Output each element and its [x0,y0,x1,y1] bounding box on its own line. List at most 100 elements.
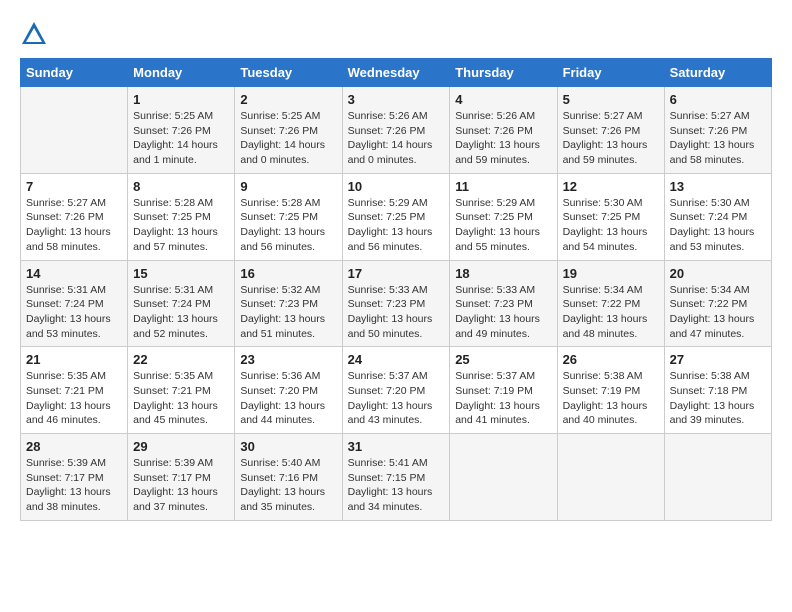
day-number: 1 [133,92,229,107]
day-number: 9 [240,179,336,194]
calendar-week-row: 21 Sunrise: 5:35 AMSunset: 7:21 PMDayligh… [21,347,772,434]
day-number: 22 [133,352,229,367]
header-friday: Friday [557,59,664,87]
day-info: Sunrise: 5:36 AMSunset: 7:20 PMDaylight:… [240,369,336,428]
header-saturday: Saturday [664,59,771,87]
calendar-cell: 7 Sunrise: 5:27 AMSunset: 7:26 PMDaylight… [21,173,128,260]
day-info: Sunrise: 5:40 AMSunset: 7:16 PMDaylight:… [240,456,336,515]
calendar-cell: 1 Sunrise: 5:25 AMSunset: 7:26 PMDaylight… [128,87,235,174]
day-number: 15 [133,266,229,281]
day-number: 21 [26,352,122,367]
day-number: 10 [348,179,445,194]
day-info: Sunrise: 5:33 AMSunset: 7:23 PMDaylight:… [455,283,551,342]
day-info: Sunrise: 5:38 AMSunset: 7:19 PMDaylight:… [563,369,659,428]
day-number: 12 [563,179,659,194]
day-number: 24 [348,352,445,367]
calendar-week-row: 28 Sunrise: 5:39 AMSunset: 7:17 PMDayligh… [21,434,772,521]
calendar-week-row: 14 Sunrise: 5:31 AMSunset: 7:24 PMDayligh… [21,260,772,347]
header-thursday: Thursday [450,59,557,87]
day-info: Sunrise: 5:27 AMSunset: 7:26 PMDaylight:… [26,196,122,255]
day-info: Sunrise: 5:41 AMSunset: 7:15 PMDaylight:… [348,456,445,515]
day-number: 8 [133,179,229,194]
header-wednesday: Wednesday [342,59,450,87]
calendar-cell: 6 Sunrise: 5:27 AMSunset: 7:26 PMDaylight… [664,87,771,174]
day-number: 16 [240,266,336,281]
calendar-cell: 10 Sunrise: 5:29 AMSunset: 7:25 PMDayligh… [342,173,450,260]
day-info: Sunrise: 5:39 AMSunset: 7:17 PMDaylight:… [26,456,122,515]
day-info: Sunrise: 5:32 AMSunset: 7:23 PMDaylight:… [240,283,336,342]
calendar-cell: 18 Sunrise: 5:33 AMSunset: 7:23 PMDayligh… [450,260,557,347]
day-info: Sunrise: 5:35 AMSunset: 7:21 PMDaylight:… [133,369,229,428]
day-info: Sunrise: 5:26 AMSunset: 7:26 PMDaylight:… [348,109,445,168]
day-number: 6 [670,92,766,107]
calendar-cell: 19Sunrise: 5:34 AMSunset: 7:22 PMDayligh… [557,260,664,347]
calendar-cell [450,434,557,521]
calendar-cell: 23Sunrise: 5:36 AMSunset: 7:20 PMDayligh… [235,347,342,434]
day-number: 20 [670,266,766,281]
day-info: Sunrise: 5:37 AMSunset: 7:19 PMDaylight:… [455,369,551,428]
page-header [20,20,772,48]
day-info: Sunrise: 5:28 AMSunset: 7:25 PMDaylight:… [133,196,229,255]
calendar-cell: 9 Sunrise: 5:28 AMSunset: 7:25 PMDaylight… [235,173,342,260]
day-number: 2 [240,92,336,107]
calendar-cell: 26 Sunrise: 5:38 AMSunset: 7:19 PMDayligh… [557,347,664,434]
day-number: 27 [670,352,766,367]
day-number: 3 [348,92,445,107]
logo-icon [20,20,48,48]
calendar-cell: 4Sunrise: 5:26 AMSunset: 7:26 PMDaylight… [450,87,557,174]
calendar-cell: 20 Sunrise: 5:34 AMSunset: 7:22 PMDayligh… [664,260,771,347]
calendar-table: SundayMondayTuesdayWednesdayThursdayFrid… [20,58,772,521]
day-info: Sunrise: 5:37 AMSunset: 7:20 PMDaylight:… [348,369,445,428]
day-number: 14 [26,266,122,281]
calendar-cell: 31 Sunrise: 5:41 AMSunset: 7:15 PMDayligh… [342,434,450,521]
calendar-cell: 30 Sunrise: 5:40 AMSunset: 7:16 PMDayligh… [235,434,342,521]
calendar-cell: 24 Sunrise: 5:37 AMSunset: 7:20 PMDayligh… [342,347,450,434]
day-info: Sunrise: 5:30 AMSunset: 7:25 PMDaylight:… [563,196,659,255]
day-number: 7 [26,179,122,194]
day-info: Sunrise: 5:28 AMSunset: 7:25 PMDaylight:… [240,196,336,255]
day-number: 28 [26,439,122,454]
calendar-week-row: 1 Sunrise: 5:25 AMSunset: 7:26 PMDaylight… [21,87,772,174]
calendar-header-row: SundayMondayTuesdayWednesdayThursdayFrid… [21,59,772,87]
calendar-cell: 16 Sunrise: 5:32 AMSunset: 7:23 PMDayligh… [235,260,342,347]
day-number: 31 [348,439,445,454]
day-info: Sunrise: 5:29 AMSunset: 7:25 PMDaylight:… [455,196,551,255]
calendar-cell: 14 Sunrise: 5:31 AMSunset: 7:24 PMDayligh… [21,260,128,347]
day-info: Sunrise: 5:25 AMSunset: 7:26 PMDaylight:… [133,109,229,168]
calendar-cell: 28 Sunrise: 5:39 AMSunset: 7:17 PMDayligh… [21,434,128,521]
calendar-cell [664,434,771,521]
header-tuesday: Tuesday [235,59,342,87]
day-number: 26 [563,352,659,367]
calendar-cell: 17Sunrise: 5:33 AMSunset: 7:23 PMDayligh… [342,260,450,347]
day-info: Sunrise: 5:39 AMSunset: 7:17 PMDaylight:… [133,456,229,515]
header-monday: Monday [128,59,235,87]
day-number: 13 [670,179,766,194]
day-info: Sunrise: 5:27 AMSunset: 7:26 PMDaylight:… [670,109,766,168]
calendar-cell: 8 Sunrise: 5:28 AMSunset: 7:25 PMDaylight… [128,173,235,260]
day-info: Sunrise: 5:25 AMSunset: 7:26 PMDaylight:… [240,109,336,168]
day-info: Sunrise: 5:29 AMSunset: 7:25 PMDaylight:… [348,196,445,255]
day-number: 25 [455,352,551,367]
calendar-cell [21,87,128,174]
calendar-cell: 15Sunrise: 5:31 AMSunset: 7:24 PMDayligh… [128,260,235,347]
day-info: Sunrise: 5:30 AMSunset: 7:24 PMDaylight:… [670,196,766,255]
calendar-cell: 22 Sunrise: 5:35 AMSunset: 7:21 PMDayligh… [128,347,235,434]
day-info: Sunrise: 5:31 AMSunset: 7:24 PMDaylight:… [26,283,122,342]
calendar-cell: 27 Sunrise: 5:38 AMSunset: 7:18 PMDayligh… [664,347,771,434]
calendar-cell: 12 Sunrise: 5:30 AMSunset: 7:25 PMDayligh… [557,173,664,260]
day-info: Sunrise: 5:38 AMSunset: 7:18 PMDaylight:… [670,369,766,428]
day-info: Sunrise: 5:35 AMSunset: 7:21 PMDaylight:… [26,369,122,428]
calendar-cell: 11Sunrise: 5:29 AMSunset: 7:25 PMDayligh… [450,173,557,260]
calendar-cell: 2 Sunrise: 5:25 AMSunset: 7:26 PMDaylight… [235,87,342,174]
day-info: Sunrise: 5:27 AMSunset: 7:26 PMDaylight:… [563,109,659,168]
day-info: Sunrise: 5:26 AMSunset: 7:26 PMDaylight:… [455,109,551,168]
day-number: 30 [240,439,336,454]
day-info: Sunrise: 5:34 AMSunset: 7:22 PMDaylight:… [670,283,766,342]
day-info: Sunrise: 5:34 AMSunset: 7:22 PMDaylight:… [563,283,659,342]
calendar-cell: 3 Sunrise: 5:26 AMSunset: 7:26 PMDaylight… [342,87,450,174]
calendar-cell: 13 Sunrise: 5:30 AMSunset: 7:24 PMDayligh… [664,173,771,260]
calendar-cell: 25 Sunrise: 5:37 AMSunset: 7:19 PMDayligh… [450,347,557,434]
day-number: 29 [133,439,229,454]
day-number: 18 [455,266,551,281]
calendar-week-row: 7 Sunrise: 5:27 AMSunset: 7:26 PMDaylight… [21,173,772,260]
